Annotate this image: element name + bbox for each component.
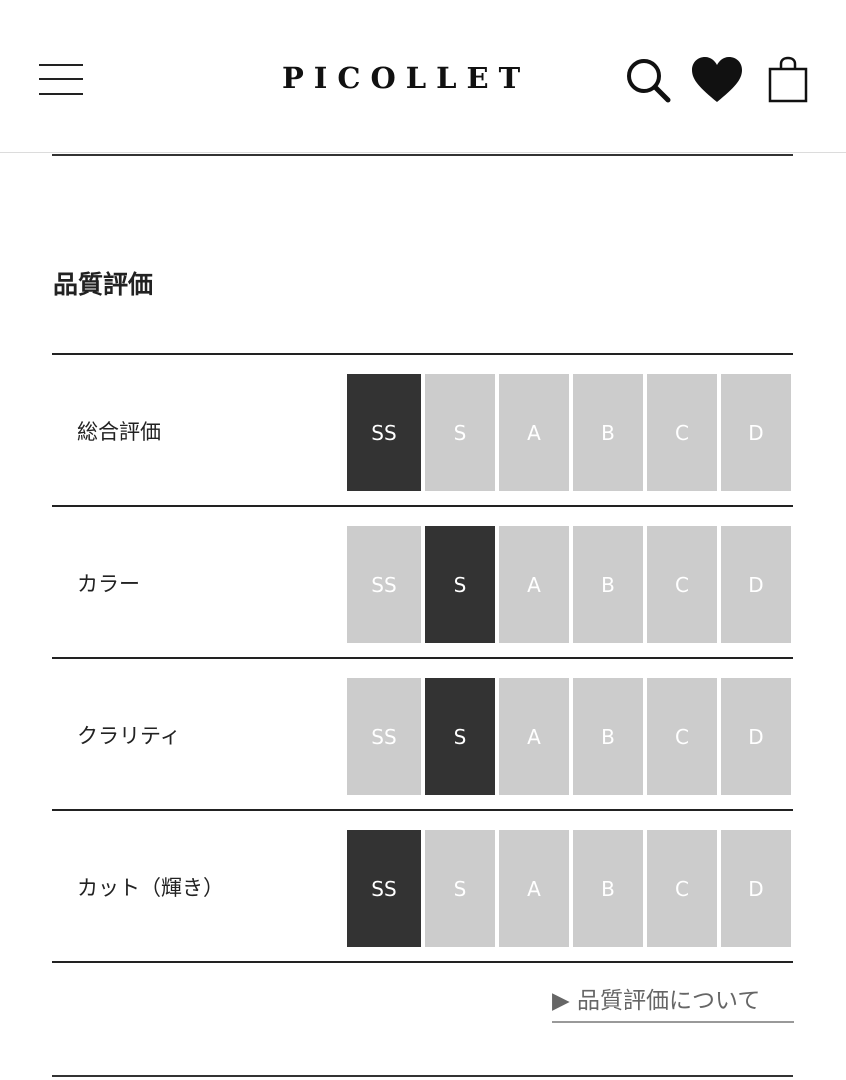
grade-cell-d: D — [721, 830, 791, 947]
grade-cell-s: S — [425, 830, 495, 947]
grade-cell-d: D — [721, 374, 791, 491]
hamburger-menu-icon[interactable] — [39, 64, 83, 96]
grade-cell-b: B — [573, 526, 643, 643]
rating-row-label: カラー — [77, 572, 140, 596]
grade-cell-s: S — [425, 526, 495, 643]
rating-row-label: クラリティ — [77, 724, 181, 748]
grade-cell-c: C — [647, 374, 717, 491]
grade-cell-d: D — [721, 678, 791, 795]
row-divider — [52, 657, 793, 659]
play-arrow-icon: ▶ — [552, 988, 570, 1014]
row-divider — [52, 505, 793, 507]
grade-cell-a: A — [499, 678, 569, 795]
grade-cell-ss: SS — [347, 374, 421, 491]
quality-info-link[interactable]: ▶ 品質評価について — [552, 984, 794, 1024]
rating-row-label: カット（輝き） — [77, 876, 224, 900]
grade-cell-a: A — [499, 374, 569, 491]
grade-cell-b: B — [573, 678, 643, 795]
grade-cell-a: A — [499, 526, 569, 643]
grade-cell-s: S — [425, 374, 495, 491]
rating-row-label: 総合評価 — [77, 420, 161, 444]
row-divider — [52, 353, 793, 355]
heart-icon[interactable] — [690, 56, 744, 104]
row-divider — [52, 809, 793, 811]
link-underline — [552, 1021, 794, 1023]
row-divider — [52, 961, 793, 963]
grade-cell-s: S — [425, 678, 495, 795]
grade-cell-ss: SS — [347, 830, 421, 947]
quality-info-link-label: ▶ 品質評価について — [552, 984, 760, 1018]
grade-cell-b: B — [573, 374, 643, 491]
grade-cell-c: C — [647, 526, 717, 643]
grade-cell-ss: SS — [347, 526, 421, 643]
grade-cell-c: C — [647, 830, 717, 947]
site-logo[interactable]: PICOLLET — [282, 58, 567, 98]
grade-cell-d: D — [721, 526, 791, 643]
site-header: PICOLLET — [0, 0, 846, 153]
grade-cell-a: A — [499, 830, 569, 947]
section-title: 品質評価 — [53, 270, 154, 299]
quality-info-link-text: 品質評価について — [577, 988, 761, 1014]
grade-cell-b: B — [573, 830, 643, 947]
grade-cell-c: C — [647, 678, 717, 795]
divider — [52, 1075, 793, 1077]
search-icon[interactable] — [624, 56, 672, 104]
grade-cell-ss: SS — [347, 678, 421, 795]
shopping-bag-icon[interactable] — [766, 56, 810, 104]
divider — [52, 154, 793, 156]
